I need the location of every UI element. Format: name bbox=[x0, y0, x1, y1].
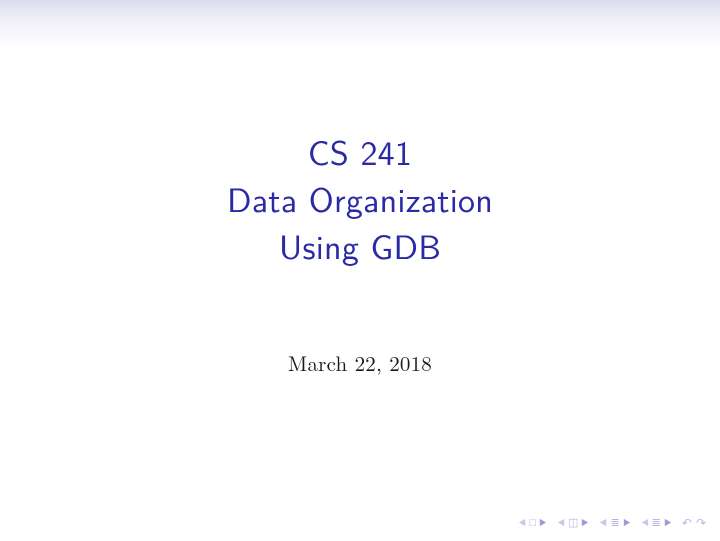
title-line-1: CS 241 bbox=[0, 128, 720, 175]
doc-icon: ◫ bbox=[568, 517, 578, 528]
beamer-nav-bar: □ ◫ ≣ ≣ ↶ ↷ bbox=[518, 513, 706, 531]
section-icon: ≣ bbox=[610, 517, 619, 528]
top-gradient bbox=[0, 0, 720, 48]
nav-frame[interactable]: □ bbox=[518, 517, 547, 528]
nav-subsection[interactable]: ≣ bbox=[641, 517, 672, 528]
title-block: CS 241 Data Organization Using GDB bbox=[0, 128, 720, 269]
slide-date: March 22, 2018 bbox=[0, 348, 720, 378]
nav-section[interactable]: ≣ bbox=[599, 517, 630, 528]
back-icon[interactable]: ↶ bbox=[682, 513, 692, 531]
nav-history[interactable]: ↶ ↷ bbox=[682, 513, 706, 531]
nav-doc[interactable]: ◫ bbox=[557, 517, 589, 528]
title-line-3: Using GDB bbox=[0, 222, 720, 269]
frame-icon: □ bbox=[529, 517, 536, 528]
title-line-2: Data Organization bbox=[0, 175, 720, 222]
subsection-icon: ≣ bbox=[652, 517, 661, 528]
forward-icon[interactable]: ↷ bbox=[696, 513, 706, 531]
slide: CS 241 Data Organization Using GDB March… bbox=[0, 0, 720, 541]
